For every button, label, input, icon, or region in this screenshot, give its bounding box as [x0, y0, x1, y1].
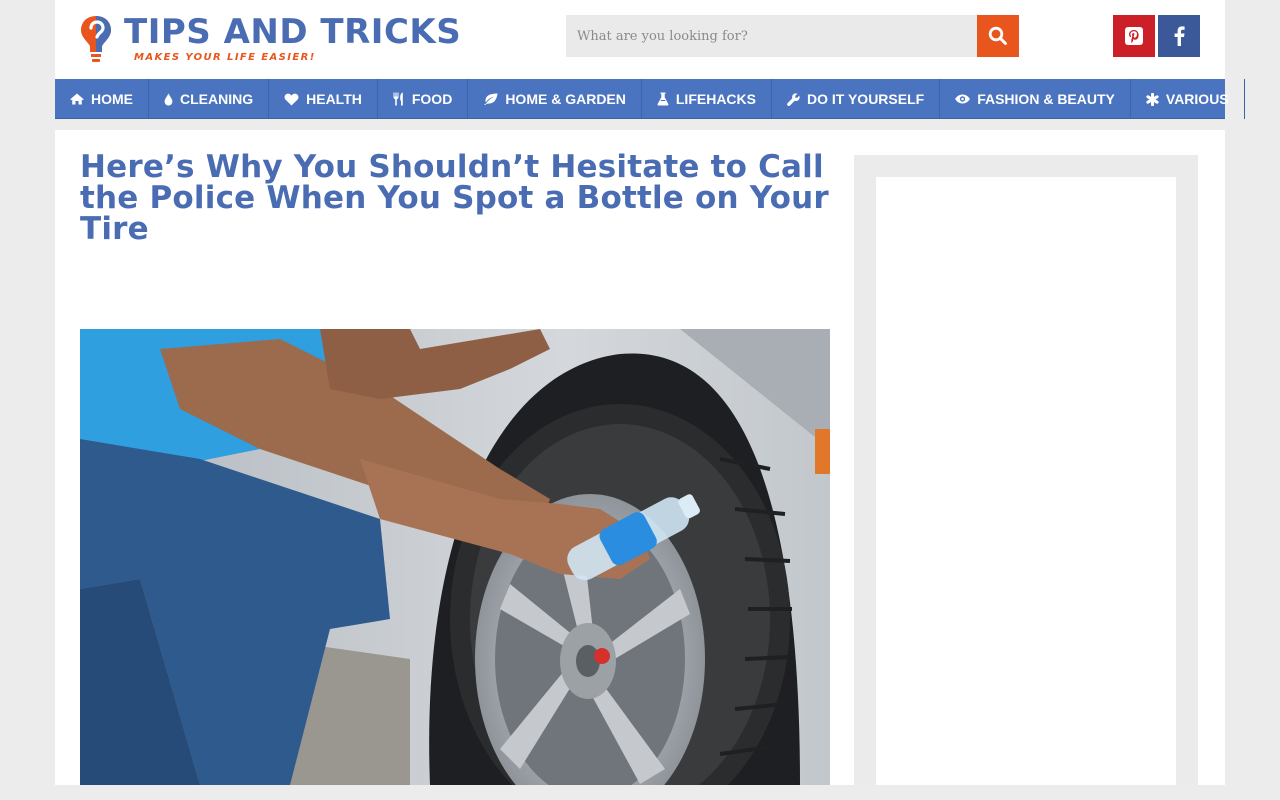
asterisk-icon: [1146, 92, 1159, 106]
nav-label: CLEANING: [180, 91, 254, 107]
nav-label: LIFEHACKS: [675, 91, 756, 107]
pinterest-button[interactable]: [1113, 15, 1155, 57]
leaf-icon: [484, 93, 498, 105]
article-title: Here’s Why You Shouldn’t Hesitate to Cal…: [80, 149, 829, 247]
facebook-icon: [1174, 26, 1185, 46]
nav-item-lifehacks[interactable]: LIFEHACKS: [642, 79, 772, 119]
sidebar: [854, 155, 1198, 785]
nav-label: VARIOUS: [1165, 91, 1229, 107]
search-button[interactable]: [977, 15, 1019, 57]
logo-tagline: MAKES YOUR LIFE EASIER!: [134, 52, 316, 63]
page-container: TIPS AND TRICKS MAKES YOUR LIFE EASIER!: [55, 0, 1245, 785]
home-icon: [70, 93, 84, 105]
search-form: [566, 15, 1019, 57]
search-icon: [988, 26, 1007, 45]
main-navigation: HOME CLEANING HEALTH FOOD HOME & GARDEN …: [55, 79, 1245, 119]
nav-label: FOOD: [411, 91, 453, 107]
logo-title: TIPS AND TRICKS: [124, 12, 462, 52]
pinterest-icon: [1125, 27, 1143, 45]
site-logo[interactable]: TIPS AND TRICKS MAKES YOUR LIFE EASIER!: [79, 12, 479, 66]
nav-label: DO IT YOURSELF: [807, 91, 925, 107]
nav-label: HEALTH: [306, 91, 362, 107]
flask-icon: [657, 92, 669, 106]
nav-item-home-garden[interactable]: HOME & GARDEN: [468, 79, 642, 119]
nav-item-cleaning[interactable]: CLEANING: [149, 79, 270, 119]
article-hero-image[interactable]: [80, 329, 830, 785]
nav-item-health[interactable]: HEALTH: [269, 79, 378, 119]
sidebar-ad-slot: [876, 177, 1176, 785]
nav-separator: [55, 119, 1225, 130]
nav-item-do-it-yourself[interactable]: DO IT YOURSELF: [772, 79, 941, 119]
nav-label: FASHION & BEAUTY: [977, 91, 1115, 107]
heart-icon: [284, 93, 299, 105]
nav-label: HOME & GARDEN: [505, 91, 626, 107]
nav-item-food[interactable]: FOOD: [378, 79, 469, 119]
nav-item-fashion-beauty[interactable]: FASHION & BEAUTY: [940, 79, 1131, 119]
cutlery-icon: [393, 92, 403, 106]
facebook-button[interactable]: [1158, 15, 1200, 57]
wrench-icon: [787, 92, 800, 106]
nav-item-home[interactable]: HOME: [55, 79, 149, 119]
nav-item-various[interactable]: VARIOUS: [1131, 79, 1245, 119]
lightbulb-icon: [81, 16, 111, 62]
eye-icon: [955, 94, 971, 104]
nav-label: HOME: [91, 91, 133, 107]
droplet-icon: [164, 93, 173, 105]
search-input[interactable]: [566, 15, 977, 57]
tire-photo: [80, 329, 830, 785]
